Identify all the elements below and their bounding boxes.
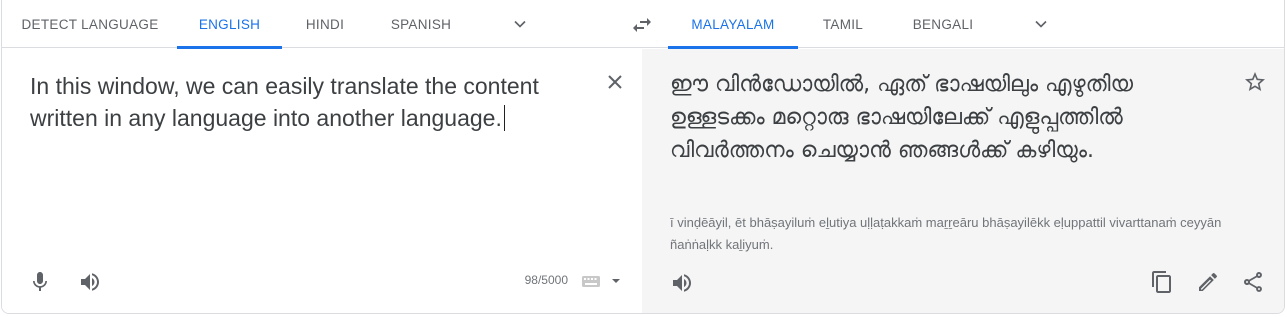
speaker-icon[interactable] — [78, 270, 102, 294]
character-count: 98/5000 — [524, 273, 568, 287]
close-icon[interactable] — [603, 70, 627, 94]
tab-source-english[interactable]: ENGLISH — [177, 0, 282, 49]
tab-target-bengali[interactable]: BENGALI — [898, 0, 988, 48]
share-icon[interactable] — [1241, 270, 1265, 294]
tab-source-spanish[interactable]: SPANISH — [376, 0, 466, 48]
language-tab-bar: DETECT LANGUAGE ENGLISH HINDI SPANISH MA… — [2, 0, 1284, 49]
translate-panel: DETECT LANGUAGE ENGLISH HINDI SPANISH MA… — [1, 0, 1285, 314]
target-language-menu-chevron-down-icon[interactable] — [1031, 14, 1051, 34]
pencil-icon[interactable] — [1196, 270, 1220, 294]
tab-target-tamil[interactable]: TAMIL — [810, 0, 876, 48]
source-pane: In this window, we can easily translate … — [2, 49, 642, 313]
star-icon[interactable] — [1243, 70, 1267, 94]
swap-languages-icon[interactable] — [630, 13, 654, 37]
source-text: In this window, we can easily translate … — [30, 73, 539, 131]
speaker-icon[interactable] — [670, 271, 694, 295]
source-language-menu-chevron-down-icon[interactable] — [510, 14, 530, 34]
romanization-text: ī vinḍēāyil, ēt bhāṣayiluṁ eḻutiya uḷḷaṭ… — [670, 215, 1222, 252]
target-pane: ഈ വിൻഡോയിൽ, ഏത് ഭാഷയിലും എഴുതിയ ഉള്ളടക്ക… — [642, 49, 1284, 313]
text-caret — [503, 105, 505, 131]
source-text-input[interactable]: In this window, we can easily translate … — [30, 70, 590, 134]
tab-target-malayalam[interactable]: MALAYALAM — [668, 0, 798, 49]
tab-source-hindi[interactable]: HINDI — [292, 0, 358, 48]
translated-text: ഈ വിൻഡോയിൽ, ഏത് ഭാഷയിലും എഴുതിയ ഉള്ളടക്ക… — [670, 72, 1133, 163]
keyboard-icon[interactable] — [580, 271, 624, 291]
copy-icon[interactable] — [1150, 270, 1174, 294]
tab-detect-language[interactable]: DETECT LANGUAGE — [14, 0, 166, 48]
microphone-icon[interactable] — [28, 270, 52, 294]
